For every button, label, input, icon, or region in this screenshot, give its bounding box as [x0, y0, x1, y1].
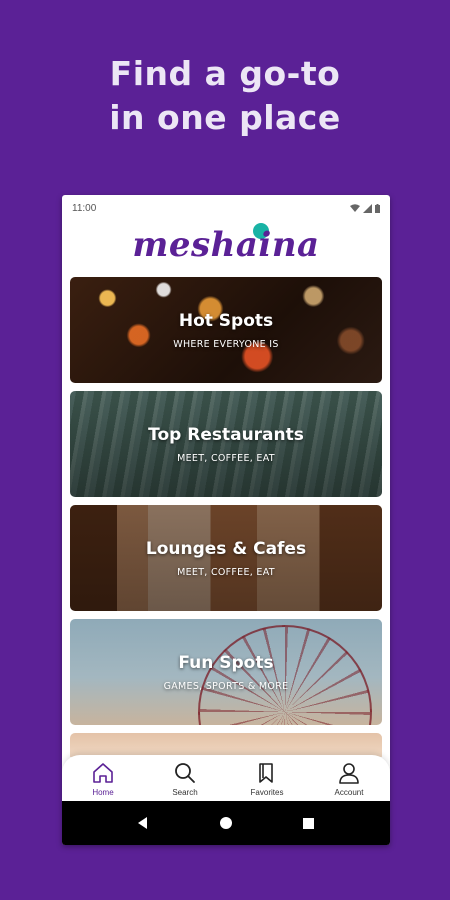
category-subtitle: MEET, COFFEE, EAT: [177, 566, 275, 578]
app-logo: meshaina: [132, 225, 320, 265]
category-title: Top Restaurants: [148, 424, 304, 445]
category-title: Lounges & Cafes: [145, 538, 307, 559]
category-subtitle: GAMES, SPORTS & MORE: [163, 680, 289, 692]
bottom-nav: Home Search Favorites Account: [62, 755, 390, 801]
nav-home[interactable]: Home: [68, 760, 138, 797]
category-card-fun-spots[interactable]: Fun Spots GAMES, SPORTS & MORE: [70, 619, 382, 725]
system-back-button[interactable]: [128, 808, 158, 838]
status-icons: [350, 203, 380, 213]
search-icon: [175, 762, 195, 783]
category-card-hot-spots[interactable]: Hot Spots WHERE EVERYONE IS: [70, 277, 382, 383]
category-title: Hot Spots: [178, 310, 274, 331]
wifi-icon: [350, 203, 360, 212]
phone-screen: 11:00 meshaina Hot Spots WHERE EVERYONE …: [62, 195, 390, 845]
home-circle-icon: [219, 817, 232, 829]
signal-icon: [363, 203, 372, 213]
nav-account[interactable]: Account: [314, 760, 384, 797]
category-card-top-restaurants[interactable]: Top Restaurants MEET, COFFEE, EAT: [70, 391, 382, 497]
bookmark-icon: [259, 762, 273, 783]
category-card-lounges-cafes[interactable]: Lounges & Cafes MEET, COFFEE, EAT: [70, 505, 382, 611]
status-time: 11:00: [72, 202, 97, 214]
promo-line-1: Find a go-to: [109, 54, 341, 93]
recents-icon: [303, 817, 315, 829]
nav-favorites[interactable]: Favorites: [232, 760, 302, 797]
system-nav-bar: [62, 801, 390, 845]
promo-headline: Find a go-to in one place: [0, 52, 450, 140]
nav-label: Search: [172, 787, 198, 797]
category-subtitle: MEET, COFFEE, EAT: [177, 452, 275, 464]
category-list[interactable]: Hot Spots WHERE EVERYONE IS Top Restaura…: [70, 277, 382, 757]
category-title: Fun Spots: [178, 652, 274, 673]
status-bar: 11:00: [62, 195, 390, 221]
category-subtitle: WHERE EVERYONE IS: [173, 338, 279, 350]
promo-line-2: in one place: [109, 98, 341, 137]
category-card-partial[interactable]: [70, 733, 382, 757]
nav-search[interactable]: Search: [150, 760, 220, 797]
home-icon: [93, 762, 113, 783]
nav-label: Favorites: [250, 787, 284, 797]
system-home-button[interactable]: [211, 808, 241, 838]
back-icon: [138, 817, 148, 829]
user-icon: [339, 762, 359, 784]
system-recents-button[interactable]: [294, 808, 324, 838]
app-header: meshaina: [62, 221, 390, 275]
nav-label: Home: [92, 787, 114, 797]
nav-label: Account: [334, 787, 364, 797]
battery-icon: [375, 203, 380, 213]
